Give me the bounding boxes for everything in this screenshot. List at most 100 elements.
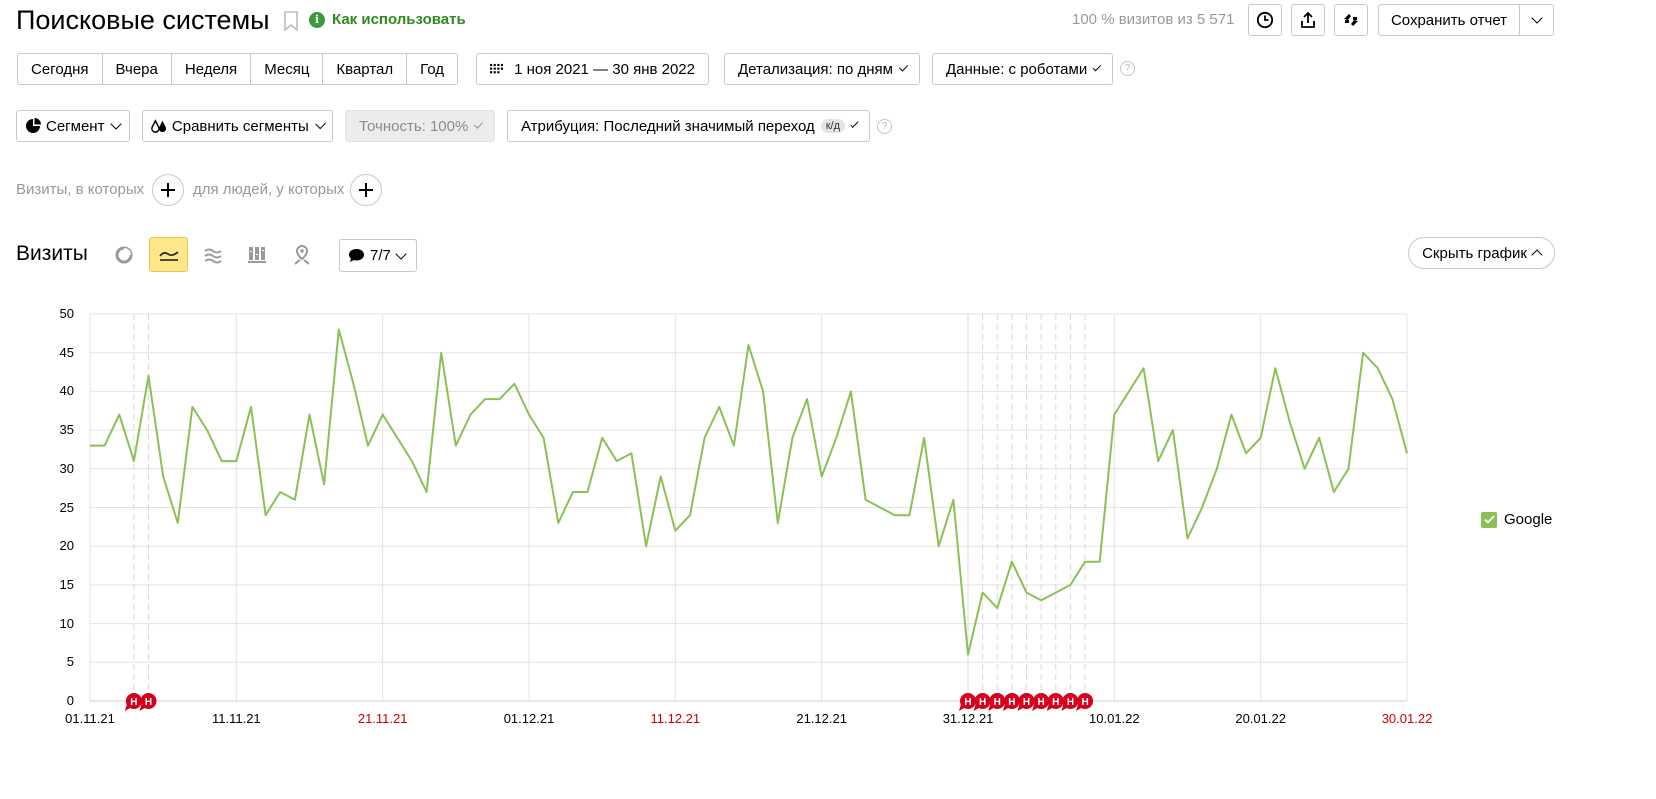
y-tick-label: 45 — [59, 344, 74, 360]
line-chart-button[interactable] — [149, 237, 188, 272]
legend-google[interactable]: Google — [1481, 511, 1552, 528]
period-week[interactable]: Неделя — [172, 54, 252, 84]
segment-label: Сегмент — [46, 117, 105, 135]
x-tick-label: 21.11.21 — [357, 711, 408, 726]
chevron-down-icon — [850, 120, 859, 128]
accuracy-dropdown: Точность: 100% — [345, 110, 495, 142]
checkbox-checked-icon[interactable] — [1481, 511, 1497, 528]
y-tick-label: 0 — [66, 693, 74, 708]
annotations-label: 7/7 — [370, 247, 391, 264]
date-range-label: 1 ноя 2021 — 30 янв 2022 — [514, 60, 695, 78]
holiday-marker-label: Н — [1008, 697, 1015, 708]
map-chart-icon[interactable] — [293, 244, 311, 265]
add-people-filter-button[interactable] — [350, 174, 382, 206]
holiday-marker-tail — [1032, 704, 1040, 711]
holiday-marker-tail — [1046, 704, 1054, 711]
holiday-marker-tail — [988, 704, 996, 711]
help-icon[interactable]: ? — [877, 119, 892, 134]
holiday-marker — [1077, 693, 1094, 709]
save-report-button[interactable]: Сохранить отчет — [1379, 5, 1520, 35]
chevron-down-icon — [898, 62, 909, 72]
chevron-down-icon — [1092, 62, 1102, 72]
bookmark-icon[interactable] — [283, 11, 299, 32]
how-to-use-link[interactable]: i Как использовать — [309, 11, 466, 28]
holiday-marker — [989, 693, 1006, 709]
holiday-marker-label: Н — [1081, 697, 1088, 708]
y-tick-label: 30 — [59, 460, 74, 476]
detail-dropdown[interactable]: Детализация: по дням — [724, 53, 920, 85]
holiday-marker-label: Н — [1067, 697, 1074, 708]
bar-chart-icon[interactable] — [248, 245, 266, 263]
page-title: Поисковые системы — [16, 5, 270, 35]
period-quarter[interactable]: Квартал — [323, 54, 408, 84]
y-tick-label: 10 — [59, 615, 74, 631]
x-tick-label: 11.12.21 — [650, 711, 701, 726]
save-report-dropdown[interactable] — [1520, 5, 1553, 35]
x-tick-label: 30.01.22 — [1381, 711, 1433, 726]
holiday-marker-label: Н — [979, 697, 986, 708]
x-tick-label: 20.01.22 — [1235, 711, 1286, 726]
holiday-marker — [1033, 693, 1050, 709]
holiday-marker-tail — [1017, 704, 1025, 711]
annotations-dropdown[interactable]: 7/7 — [339, 239, 417, 272]
people-filter-label: для людей, у которых — [193, 181, 345, 198]
data-mode-dropdown[interactable]: Данные: с роботами — [932, 53, 1113, 85]
share-icon — [1301, 11, 1315, 28]
chevron-up-icon — [1531, 249, 1543, 261]
holiday-marker — [140, 693, 157, 709]
x-tick-label: 01.12.21 — [503, 711, 555, 726]
calendar-icon — [490, 63, 504, 74]
thumbs-icon — [1344, 14, 1358, 26]
export-button[interactable] — [1291, 4, 1325, 36]
date-range-button[interactable]: 1 ноя 2021 — 30 янв 2022 — [476, 53, 709, 85]
y-tick-label: 50 — [59, 306, 74, 321]
pie-icon — [26, 118, 41, 133]
holiday-marker-label: Н — [1023, 697, 1030, 708]
period-month[interactable]: Месяц — [251, 54, 324, 84]
period-yesterday[interactable]: Вчера — [103, 54, 172, 84]
visits-info: 100 % визитов из 5 571 — [1072, 11, 1235, 28]
holiday-marker-tail — [1061, 704, 1069, 711]
attribution-label: Атрибуция: Последний значимый переход — [521, 117, 815, 135]
x-tick-label: 21.12.21 — [796, 711, 847, 726]
y-tick-label: 15 — [59, 576, 74, 592]
y-tick-label: 35 — [59, 422, 74, 438]
chevron-down-icon — [395, 247, 407, 260]
chart-title: Визиты — [16, 242, 88, 265]
attribution-dropdown[interactable]: Атрибуция: Последний значимый переход к/… — [507, 110, 870, 142]
y-tick-label: 40 — [59, 383, 74, 399]
chevron-down-icon — [315, 118, 326, 130]
history-button[interactable] — [1248, 4, 1282, 36]
visits-filter-label: Визиты, в которых — [16, 181, 145, 198]
chevron-down-icon — [474, 119, 484, 129]
help-icon[interactable]: ? — [1120, 61, 1135, 76]
y-tick-label: 25 — [59, 499, 74, 515]
period-year[interactable]: Год — [407, 54, 457, 84]
holiday-marker-label: Н — [1038, 697, 1045, 708]
data-mode-label: Данные: с роботами — [946, 60, 1088, 78]
chevron-down-icon — [110, 118, 123, 130]
holiday-marker-label: Н — [1052, 697, 1059, 708]
line-chart-icon — [158, 250, 179, 261]
how-to-use-label: Как использовать — [332, 11, 466, 28]
holiday-marker-label: Н — [994, 697, 1001, 708]
compare-segments-dropdown[interactable]: Сравнить сегменты — [142, 110, 333, 142]
chevron-down-icon — [1530, 12, 1543, 24]
add-visits-filter-button[interactable] — [152, 174, 184, 206]
y-tick-label: 20 — [59, 538, 74, 554]
segment-dropdown[interactable]: Сегмент — [16, 110, 130, 142]
holiday-marker-tail — [973, 704, 981, 711]
comment-icon — [349, 249, 364, 262]
period-selector: Сегодня Вчера Неделя Месяц Квартал Год — [17, 53, 459, 85]
x-tick-label: 01.11.21 — [65, 711, 115, 726]
holiday-marker — [960, 693, 976, 709]
hide-chart-button[interactable]: Скрыть график — [1408, 237, 1555, 269]
pie-chart-icon[interactable] — [115, 246, 133, 264]
holiday-marker-tail — [1076, 704, 1084, 711]
period-today[interactable]: Сегодня — [18, 54, 103, 84]
holiday-marker-tail — [959, 704, 966, 711]
clock-icon — [1256, 11, 1274, 29]
feedback-button[interactable] — [1334, 4, 1368, 36]
area-chart-icon[interactable] — [204, 246, 222, 264]
x-tick-label: 11.11.21 — [211, 711, 261, 726]
